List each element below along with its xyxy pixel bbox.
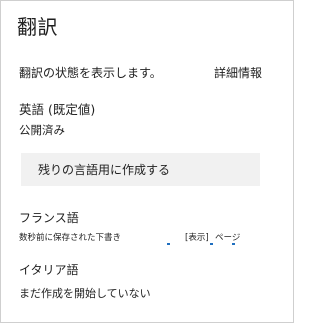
french-heading: フランス語 (19, 211, 79, 225)
panel-title: 翻訳 (17, 15, 58, 39)
details-link[interactable]: 詳細情報 (214, 64, 262, 81)
status-description: 翻訳の状態を表示します。 (19, 66, 162, 80)
french-page-label: ページ (215, 233, 241, 243)
french-show-link[interactable]: [表示] (185, 231, 209, 243)
link-underline-mark (232, 243, 235, 245)
link-underline-mark (167, 243, 170, 245)
french-status-row: 数秒前に保存された下書き [表示] ページ (19, 231, 279, 245)
translation-panel: 翻訳 翻訳の状態を表示します。 詳細情報 英語 (既定値) 公開済み 残りの言語… (0, 0, 294, 323)
italian-status: まだ作成を開始していない (19, 287, 151, 300)
link-underline-mark (210, 243, 213, 245)
english-heading: 英語 (既定値) (19, 102, 96, 117)
french-draft-text: 数秒前に保存された下書き (19, 233, 122, 243)
english-status: 公開済み (19, 123, 65, 137)
create-remaining-languages-button[interactable]: 残りの言語用に作成する (21, 153, 260, 186)
italian-heading: イタリア語 (19, 263, 79, 277)
